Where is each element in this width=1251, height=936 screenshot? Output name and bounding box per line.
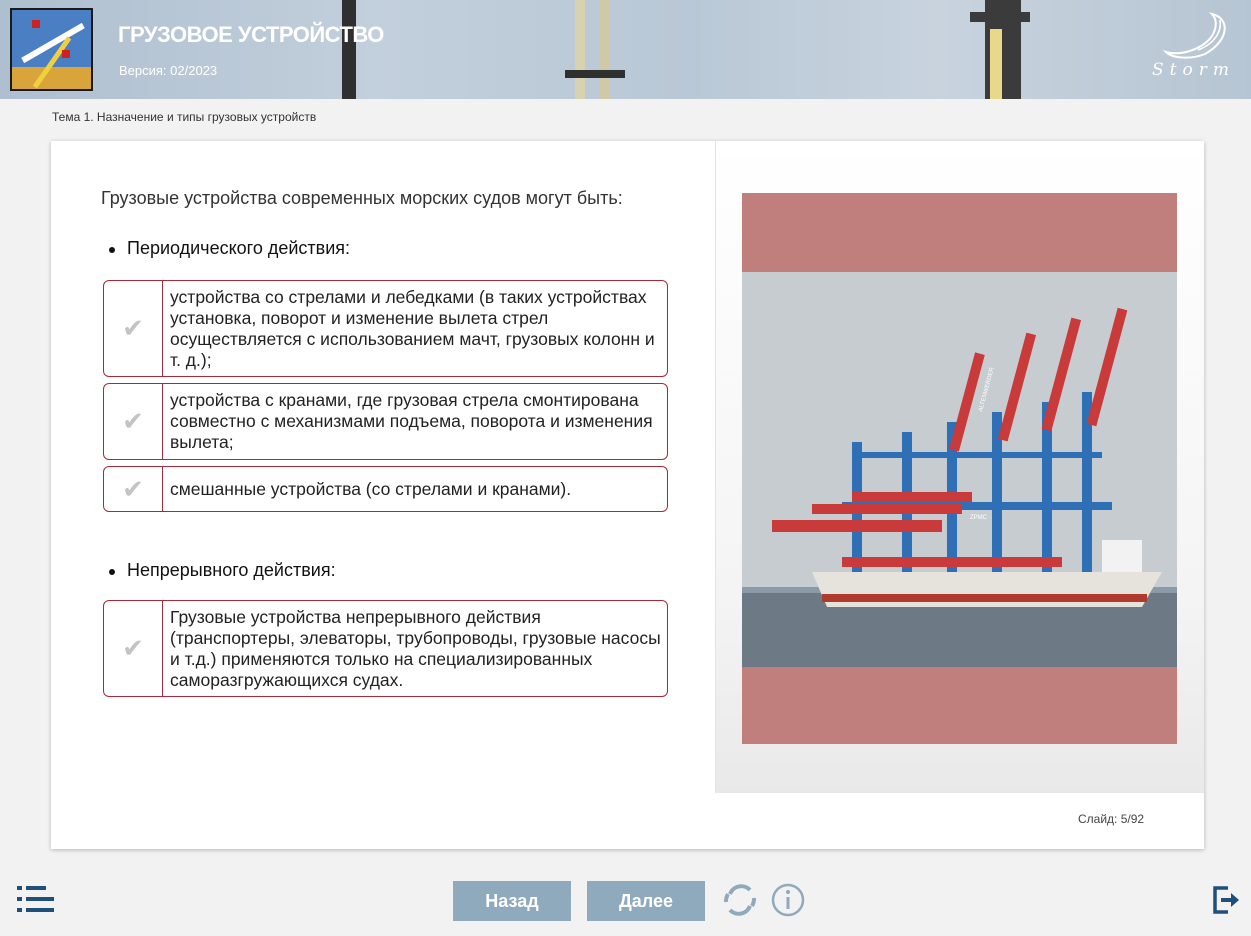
slide-card: Грузовые устройства современных морских … — [51, 141, 1204, 849]
topic-breadcrumb: Тема 1. Назначение и типы грузовых устро… — [52, 110, 317, 124]
list-item-text: смешанные устройства (со стрелами и кран… — [170, 478, 572, 499]
list-item: ✔ смешанные устройства (со стрелами и кр… — [103, 466, 668, 512]
banner-mast — [990, 29, 1002, 99]
slide-intro: Грузовые устройства современных морских … — [101, 188, 623, 208]
container-ship-image: ZPMC ALTENWERDER — [742, 272, 1177, 667]
list-item: ✔ устройства с кранами, где грузовая стр… — [103, 383, 668, 460]
course-title: ГРУЗОВОЕ УСТРОЙСТВО — [118, 22, 384, 47]
check-icon: ✔ — [104, 601, 163, 696]
check-icon: ✔ — [104, 281, 163, 376]
reload-icon[interactable] — [722, 880, 758, 920]
section-heading: Периодического действия: — [108, 238, 351, 258]
brand-name: Storm — [1152, 60, 1235, 80]
banner-crossbar — [565, 70, 625, 78]
banner-mast — [342, 0, 356, 99]
banner-crossbar — [970, 12, 1030, 22]
ship-photo: ZPMC ALTENWERDER — [742, 193, 1177, 744]
photo-label: ZPMC — [970, 515, 988, 521]
list-menu-icon[interactable] — [17, 884, 55, 914]
check-icon: ✔ — [104, 467, 163, 511]
back-button[interactable]: Назад — [453, 881, 571, 921]
list-item: ✔ устройства со стрелами и лебедками (в … — [103, 280, 668, 377]
list-item-text: устройства с кранами, где грузовая стрел… — [170, 390, 653, 452]
header-banner: ГРУЗОВОЕ УСТРОЙСТВО Версия: 02/2023 Stor… — [0, 0, 1251, 99]
course-version: Версия: 02/2023 — [119, 63, 218, 78]
list-item-text: Грузовые устройства непрерывного действи… — [170, 607, 661, 690]
banner-mast — [575, 0, 585, 99]
info-icon[interactable] — [770, 880, 806, 920]
banner-mast — [600, 0, 610, 99]
exit-icon[interactable] — [1212, 885, 1240, 915]
list-item-text: устройства со стрелами и лебедками (в та… — [170, 287, 655, 370]
slide-counter: Слайд: 5/92 — [1078, 812, 1145, 826]
section-heading: Непрерывного действия: — [109, 560, 336, 580]
course-logo — [10, 8, 93, 91]
check-icon: ✔ — [104, 384, 163, 459]
list-item: ✔ Грузовые устройства непрерывного дейст… — [103, 600, 668, 697]
next-button[interactable]: Далее — [587, 881, 705, 921]
